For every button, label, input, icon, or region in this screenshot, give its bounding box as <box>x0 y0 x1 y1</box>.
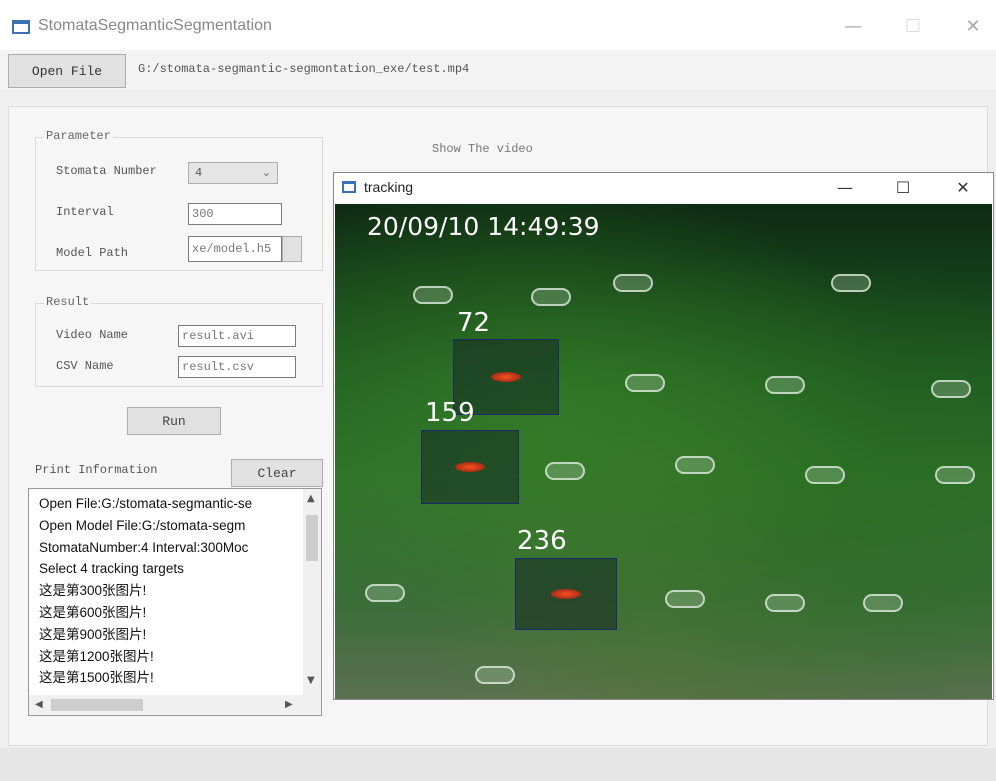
log-line: Open Model File:G:/stomata-segm <box>39 517 246 533</box>
file-path-display: G:/stomata-segmantic-segmontation_exe/te… <box>138 62 470 76</box>
csv-name-label: CSV Name <box>56 359 114 373</box>
stomata-number-label: Stomata Number <box>56 164 157 178</box>
model-path-label: Model Path <box>56 246 129 260</box>
tracking-maximize-button[interactable]: ☐ <box>888 175 918 201</box>
log-line: 这是第600张图片! <box>39 604 147 620</box>
stoma-shape <box>531 288 571 306</box>
stoma-shape <box>613 274 653 292</box>
interval-input[interactable]: 300 <box>188 203 282 225</box>
open-file-button[interactable]: Open File <box>8 54 126 88</box>
parameter-group: Parameter Stomata Number 4 ⌄ Interval 30… <box>35 129 323 271</box>
log-line: 这是第1200张图片! <box>39 648 154 664</box>
scroll-right-icon[interactable]: ▶ <box>285 699 293 710</box>
stoma-shape <box>805 466 845 484</box>
log-line: Select 4 tracking targets <box>39 561 184 577</box>
vertical-scroll-thumb[interactable] <box>306 515 318 561</box>
model-path-input[interactable]: xe/model.h5 <box>188 236 282 262</box>
log-line: 这是第1500张图片! <box>39 670 154 686</box>
stoma-shape <box>413 286 453 304</box>
status-bar <box>0 748 996 781</box>
video-timestamp: 20/09/10 14:49:39 <box>367 212 600 241</box>
log-line: StomataNumber:4 Interval:300Moc <box>39 539 249 555</box>
interval-label: Interval <box>56 205 114 219</box>
browse-model-button[interactable] <box>282 236 302 262</box>
toolbar: Open File G:/stomata-segmantic-segmontat… <box>0 50 996 90</box>
stoma-shape <box>831 274 871 292</box>
result-group: Result Video Name result.avi CSV Name re… <box>35 295 323 387</box>
tracking-target-box <box>515 558 617 630</box>
scroll-up-icon[interactable]: ▲ <box>307 493 315 504</box>
track-label: 72 <box>457 308 491 338</box>
show-video-label: Show The video <box>432 142 533 156</box>
stoma-shape <box>765 376 805 394</box>
title-bar: StomataSegmanticSegmentation — ☐ ✕ <box>0 0 996 50</box>
log-line: 这是第300张图片! <box>39 583 147 599</box>
stoma-shape <box>545 462 585 480</box>
tracking-target-box <box>421 430 519 504</box>
stoma-shape <box>625 374 665 392</box>
chevron-down-icon: ⌄ <box>261 166 271 179</box>
track-label: 159 <box>425 398 475 428</box>
print-information-label: Print Information <box>35 463 158 477</box>
stoma-shape <box>863 594 903 612</box>
tracking-title-bar: tracking — ☐ ✕ <box>334 173 993 203</box>
horizontal-scroll-thumb[interactable] <box>51 699 143 711</box>
csv-name-input[interactable]: result.csv <box>178 356 296 378</box>
maximize-button[interactable]: ☐ <box>898 14 928 40</box>
stoma-shape <box>365 584 405 602</box>
tracking-window-icon <box>342 181 356 193</box>
stoma-shape <box>665 590 705 608</box>
stoma-shape <box>765 594 805 612</box>
app-icon <box>12 20 30 34</box>
clear-button[interactable]: Clear <box>231 459 323 487</box>
run-button[interactable]: Run <box>127 407 221 435</box>
log-line: Open File:G:/stomata-segmantic-se <box>39 496 253 511</box>
minimize-button[interactable]: — <box>838 14 868 40</box>
tracking-minimize-button[interactable]: — <box>830 175 860 201</box>
stoma-shape <box>675 456 715 474</box>
log-line: 这是第900张图片! <box>39 626 147 642</box>
stoma-shape <box>475 666 515 684</box>
tracking-window[interactable]: tracking — ☐ ✕ 20/09/10 14:49:39 72 159 … <box>333 172 994 700</box>
window-title: StomataSegmanticSegmentation <box>38 17 272 34</box>
stoma-shape <box>931 380 971 398</box>
tracking-close-button[interactable]: ✕ <box>948 175 978 201</box>
video-name-input[interactable]: result.avi <box>178 325 296 347</box>
scroll-down-icon[interactable]: ▼ <box>307 675 315 686</box>
stoma-shape <box>935 466 975 484</box>
scroll-left-icon[interactable]: ◀ <box>35 699 43 710</box>
log-vertical-scrollbar[interactable]: ▲ ▼ <box>303 489 321 695</box>
result-group-title: Result <box>44 295 92 309</box>
video-name-label: Video Name <box>56 328 129 342</box>
stomata-number-select[interactable]: 4 ⌄ <box>188 162 278 184</box>
parameter-group-title: Parameter <box>44 129 113 143</box>
log-horizontal-scrollbar[interactable]: ◀ ▶ <box>29 695 321 715</box>
close-button[interactable]: ✕ <box>958 14 988 40</box>
stomata-number-value: 4 <box>195 166 203 180</box>
tracking-window-title: tracking <box>364 179 414 195</box>
track-label: 236 <box>517 526 567 556</box>
video-frame: 20/09/10 14:49:39 72 159 236 <box>335 204 992 699</box>
print-information-log[interactable]: Open File:G:/stomata-segmantic-se Open Mo… <box>28 488 322 716</box>
